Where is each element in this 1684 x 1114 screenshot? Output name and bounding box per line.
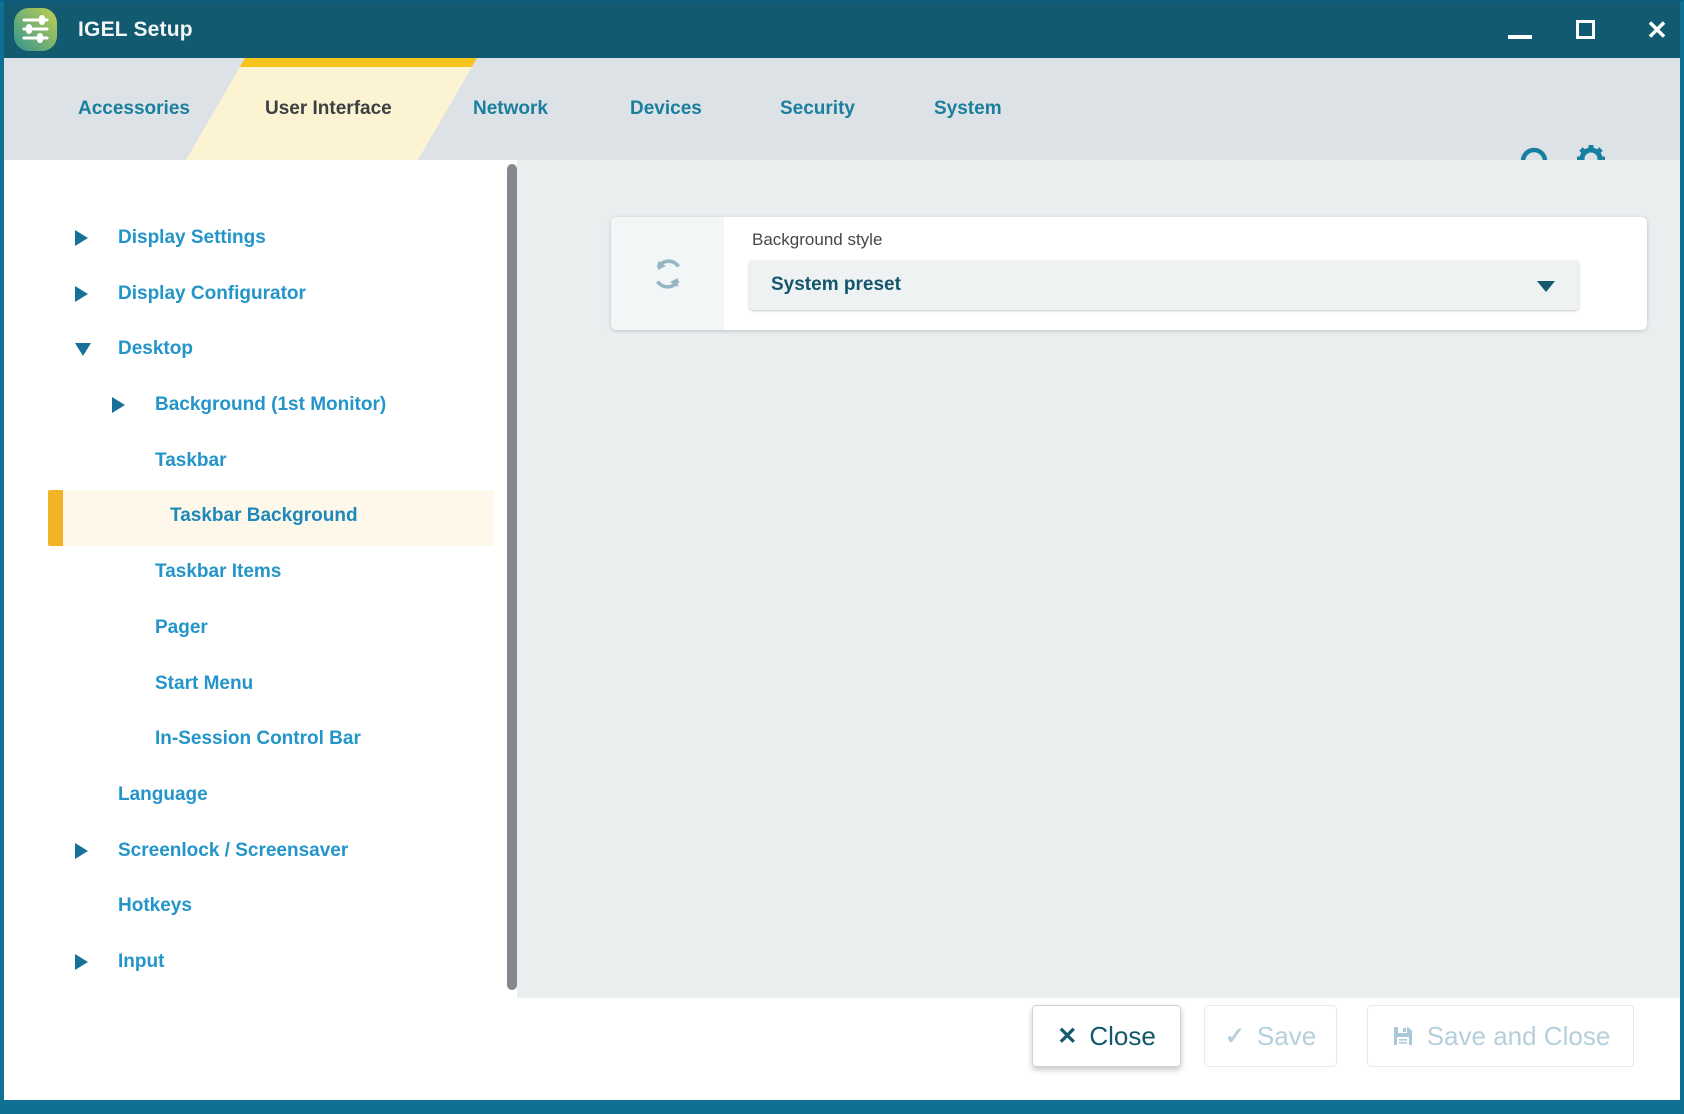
floppy-disk-icon [1391, 1024, 1415, 1048]
save-button-label: Save [1257, 1021, 1316, 1052]
collapsed-arrow-icon[interactable] [75, 843, 88, 859]
close-button-label: Close [1089, 1021, 1155, 1052]
tree-item-input[interactable]: Input [4, 936, 517, 988]
tree-item-taskbar-items[interactable]: Taskbar Items [4, 546, 517, 598]
close-x-icon: ✕ [1057, 1022, 1077, 1051]
window-title: IGEL Setup [78, 2, 193, 58]
dropdown-selected-value: System preset [771, 260, 901, 310]
tree-item-background-1st-monitor[interactable]: Background (1st Monitor) [4, 379, 517, 431]
footer-bar: ✕ Close ✓ Save Save and Close [4, 998, 1680, 1100]
tree-item-pager[interactable]: Pager [4, 602, 517, 654]
tab-network[interactable]: Network [473, 58, 548, 160]
tab-accessories[interactable]: Accessories [78, 58, 190, 160]
tree-item-display-configurator[interactable]: Display Configurator [4, 268, 517, 320]
collapsed-arrow-icon[interactable] [75, 954, 88, 970]
tree-item-display-settings[interactable]: Display Settings [4, 212, 517, 264]
tree-item-desktop[interactable]: Desktop [4, 323, 517, 375]
tree-item-in-session-control-bar[interactable]: In-Session Control Bar [4, 713, 517, 765]
igel-app-icon [12, 6, 59, 53]
collapsed-arrow-icon[interactable] [112, 397, 125, 413]
tab-bar: Accessories User Interface Network Devic… [4, 58, 1680, 160]
tree-item-start-menu[interactable]: Start Menu [4, 658, 517, 710]
close-button[interactable]: ✕ Close [1032, 1005, 1181, 1067]
background-style-dropdown[interactable]: System preset [749, 260, 1579, 310]
expanded-arrow-icon[interactable] [75, 343, 91, 356]
tab-devices[interactable]: Devices [630, 58, 702, 160]
tree-item-taskbar[interactable]: Taskbar [4, 435, 517, 487]
save-and-close-button-label: Save and Close [1427, 1021, 1611, 1052]
tab-user-interface[interactable]: User Interface [265, 58, 392, 160]
title-bar: IGEL Setup ✕ [4, 2, 1680, 58]
checkmark-icon: ✓ [1225, 1022, 1245, 1051]
collapsed-arrow-icon[interactable] [75, 230, 88, 246]
collapsed-arrow-icon[interactable] [75, 286, 88, 302]
field-label: Background style [752, 230, 882, 250]
chevron-down-icon [1537, 281, 1555, 292]
tree-item-screenlock-screensaver[interactable]: Screenlock / Screensaver [4, 825, 517, 877]
tree-item-taskbar-background[interactable]: Taskbar Background [48, 490, 494, 546]
tree-item-language[interactable]: Language [4, 769, 517, 821]
save-button[interactable]: ✓ Save [1204, 1005, 1337, 1067]
tree-item-hotkeys[interactable]: Hotkeys [4, 880, 517, 932]
parameter-icon-column [611, 217, 724, 330]
refresh-reset-icon[interactable] [647, 253, 689, 295]
tab-security[interactable]: Security [780, 58, 855, 160]
maximize-button[interactable] [1576, 20, 1595, 39]
background-style-card: Background style System preset [611, 217, 1647, 330]
close-window-button[interactable]: ✕ [1640, 12, 1674, 48]
igel-setup-window: { "window": { "title": "IGEL Setup", "co… [0, 0, 1684, 1114]
save-and-close-button[interactable]: Save and Close [1367, 1005, 1634, 1067]
minimize-button[interactable] [1508, 35, 1532, 39]
tab-system[interactable]: System [934, 58, 1002, 160]
